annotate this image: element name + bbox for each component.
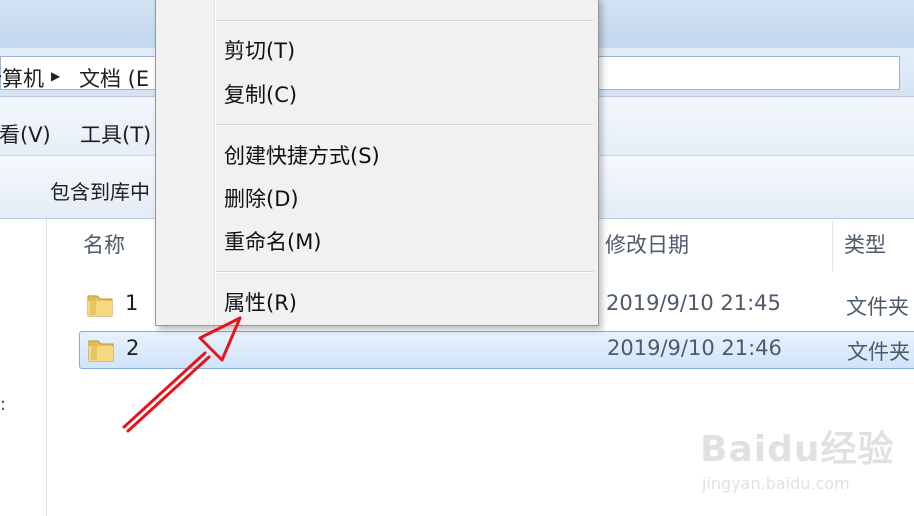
- folder-icon: [87, 295, 113, 317]
- menu-item-rename[interactable]: 重命名(M): [224, 226, 322, 256]
- folder-icon: [88, 340, 114, 362]
- column-header-type[interactable]: 类型: [844, 229, 886, 259]
- nav-item-fragment[interactable]: :: [0, 394, 6, 415]
- column-header-name[interactable]: 名称: [83, 229, 125, 259]
- menu-item-delete[interactable]: 删除(D): [224, 183, 299, 213]
- menu-item-copy[interactable]: 复制(C): [224, 79, 297, 109]
- include-in-library-button[interactable]: 包含到库中: [50, 176, 150, 205]
- file-modified-date: 2019/9/10 21:46: [607, 336, 782, 360]
- context-menu-separator: [216, 271, 594, 273]
- menu-item-create-shortcut[interactable]: 创建快捷方式(S): [224, 140, 380, 170]
- navigation-pane[interactable]: :: [0, 219, 47, 516]
- context-menu-separator: [216, 20, 594, 22]
- column-divider[interactable]: [832, 221, 833, 271]
- menu-tools[interactable]: 工具(T): [80, 119, 151, 149]
- context-menu-separator: [216, 124, 594, 126]
- file-name: 1: [125, 291, 139, 315]
- context-menu-item-clipped[interactable]: [256, 0, 446, 1]
- file-row-2[interactable]: 2 2019/9/10 21:46 文件夹: [79, 331, 914, 369]
- menu-item-cut[interactable]: 剪切(T): [224, 35, 295, 65]
- file-modified-date: 2019/9/10 21:45: [606, 291, 781, 315]
- column-header-modified[interactable]: 修改日期: [605, 229, 689, 259]
- breadcrumb-documents[interactable]: 文档 (E: [79, 63, 149, 93]
- watermark-logo: Baidu经验: [700, 429, 895, 470]
- menu-item-properties[interactable]: 属性(R): [224, 287, 297, 317]
- context-menu: 剪切(T) 复制(C) 创建快捷方式(S) 删除(D) 重命名(M) 属性(R): [155, 0, 599, 326]
- watermark-site: jingyan.baidu.com: [702, 474, 850, 493]
- file-type: 文件夹: [847, 340, 910, 364]
- file-name: 2: [126, 336, 140, 360]
- breadcrumb-computer[interactable]: 计算机: [0, 63, 44, 93]
- context-menu-gutter-highlight: [215, 0, 216, 325]
- menu-view[interactable]: 查看(V): [0, 119, 51, 149]
- breadcrumb-separator-icon[interactable]: ▶: [51, 69, 60, 83]
- file-type: 文件夹: [846, 295, 909, 319]
- baidu-watermark: Baidu经验 jingyan.baidu.com: [700, 412, 910, 502]
